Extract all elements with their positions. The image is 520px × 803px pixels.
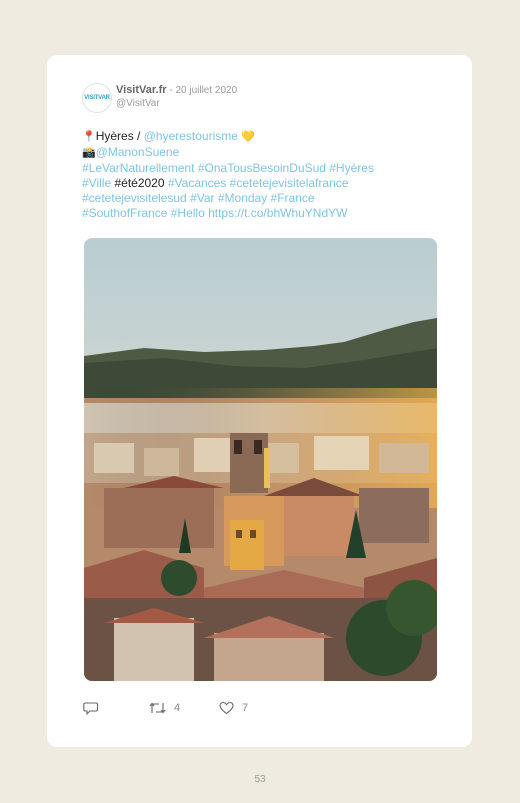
tweet-card: VISITVAR VisitVar.fr - 20 juillet 2020 @… xyxy=(47,55,472,747)
retweet-action[interactable]: 4 xyxy=(149,701,180,715)
avatar[interactable]: VISITVAR xyxy=(82,83,112,113)
avatar-logo: VISITVAR xyxy=(84,95,110,101)
tweet-link[interactable]: #SouthofFrance #Hello https://t.co/bhWhu… xyxy=(82,206,347,220)
hillside-town-photo xyxy=(84,238,437,681)
tweet-text: 📍Hyères / @hyerestourisme 💛 📸@ManonSuene #… xyxy=(82,129,442,221)
author-handle[interactable]: @VisitVar xyxy=(116,98,160,109)
emoji: 💛 xyxy=(237,131,255,143)
author-name[interactable]: VisitVar.fr xyxy=(116,84,167,96)
tweet-link[interactable]: #LeVarNaturellement #OnaTousBesoinDuSud … xyxy=(82,161,374,175)
reply-icon[interactable] xyxy=(83,701,99,715)
retweet-icon[interactable] xyxy=(149,701,166,715)
tweet-text-line: 📸@ManonSuene xyxy=(82,145,442,161)
tweet-link[interactable]: @ManonSuene xyxy=(96,145,180,159)
heart-icon[interactable] xyxy=(219,701,234,715)
retweet-count: 4 xyxy=(174,702,181,714)
like-action[interactable]: 7 xyxy=(219,701,248,715)
tweet-text-segment: Hyères / xyxy=(95,129,144,143)
tweet-link[interactable]: #cetetejevisitelesud #Var #Monday #Franc… xyxy=(82,191,315,205)
tweet-photo[interactable] xyxy=(84,238,437,681)
reply-action[interactable] xyxy=(83,701,99,715)
tweet-text-segment: #été2020 xyxy=(114,176,168,190)
tweet-text-line: #SouthofFrance #Hello https://t.co/bhWhu… xyxy=(82,206,442,221)
tweet-text-line: 📍Hyères / @hyerestourisme 💛 xyxy=(82,129,442,145)
tweet-link[interactable]: #Ville xyxy=(82,176,114,190)
tweet-header: VisitVar.fr - 20 juillet 2020 xyxy=(116,84,237,96)
tweet-link[interactable]: #Vacances #cetetejevisitelafrance xyxy=(168,176,349,190)
emoji: 📍 xyxy=(82,131,96,143)
tweet-actions: 4 7 xyxy=(83,701,383,719)
like-count: 7 xyxy=(242,702,249,714)
tweet-date[interactable]: 20 juillet 2020 xyxy=(175,85,237,96)
tweet-text-line: #cetetejevisitelesud #Var #Monday #Franc… xyxy=(82,191,442,206)
tweet-link[interactable]: @hyerestourisme xyxy=(144,129,238,143)
page-number: 53 xyxy=(254,774,266,785)
tweet-text-line: #LeVarNaturellement #OnaTousBesoinDuSud … xyxy=(82,161,442,176)
tweet-text-line: #Ville #été2020 #Vacances #cetetejevisit… xyxy=(82,176,442,191)
emoji: 📸 xyxy=(82,147,96,159)
